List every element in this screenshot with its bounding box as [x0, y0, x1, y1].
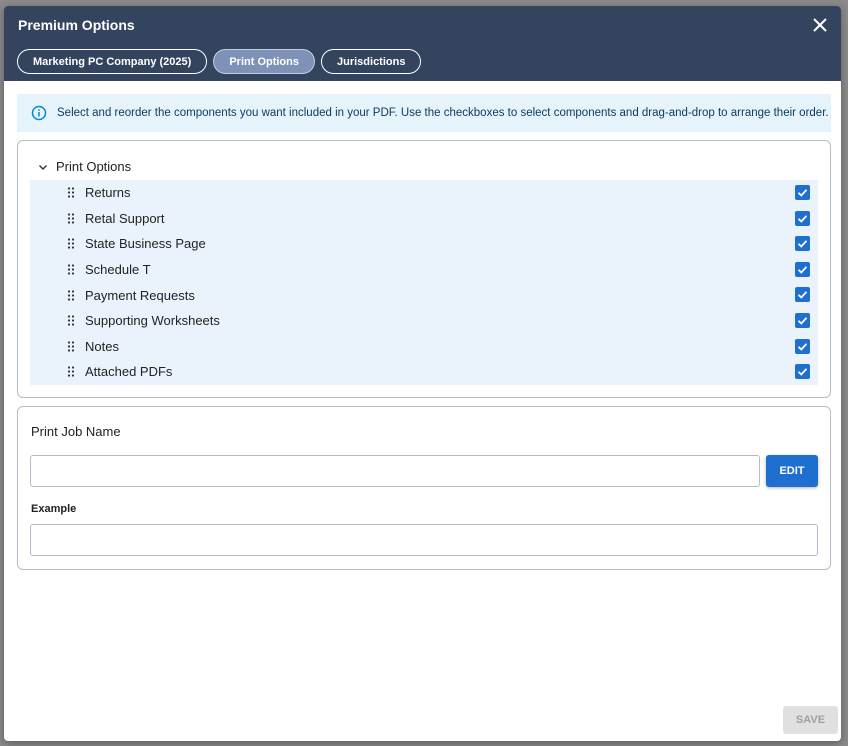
tab-jurisdictions[interactable]: Jurisdictions — [321, 49, 422, 74]
tab-company[interactable]: Marketing PC Company (2025) — [17, 49, 208, 74]
list-item-supporting-worksheets[interactable]: Supporting Worksheets — [30, 308, 818, 334]
premium-options-dialog: Premium Options Marketing PC Company (20… — [4, 6, 841, 741]
drag-handle-icon[interactable] — [67, 290, 75, 301]
checkmark-icon — [797, 240, 808, 248]
drag-handle-icon[interactable] — [67, 238, 75, 250]
chevron-down-icon — [39, 164, 47, 170]
tab-bar: Marketing PC Company (2025) Print Option… — [17, 49, 422, 74]
info-icon — [31, 105, 47, 121]
checkbox-supporting-worksheets[interactable] — [795, 312, 810, 328]
list-item-attached-pdfs[interactable]: Attached PDFs — [30, 359, 818, 385]
checkmark-icon — [797, 265, 808, 274]
checkmark-icon — [797, 214, 808, 223]
dialog-header: Premium Options Marketing PC Company (20… — [4, 6, 841, 81]
tab-print-options[interactable]: Print Options — [213, 49, 315, 74]
checkbox-retal-support[interactable] — [795, 210, 810, 226]
list-item-label: State Business Page — [85, 236, 206, 252]
drag-handle-icon[interactable] — [67, 315, 75, 326]
list-item-label: Supporting Worksheets — [85, 313, 220, 329]
checkmark-icon — [797, 189, 808, 197]
print-options-group-toggle[interactable]: Print Options — [38, 159, 131, 174]
checkbox-schedule-t[interactable] — [795, 261, 810, 277]
checkbox-notes[interactable] — [795, 338, 810, 354]
list-item-payment-requests[interactable]: Payment Requests — [30, 282, 818, 308]
checkbox-payment-requests[interactable] — [795, 287, 810, 303]
list-item-state-business-page[interactable]: State Business Page — [30, 231, 818, 257]
drag-handle-icon[interactable] — [67, 366, 75, 378]
example-label: Example — [31, 503, 77, 515]
checkmark-icon — [797, 291, 808, 300]
checkbox-returns[interactable] — [795, 185, 810, 200]
drag-handle-icon[interactable] — [67, 341, 75, 352]
print-job-name-label: Print Job Name — [31, 424, 121, 439]
list-item-label: Payment Requests — [85, 287, 195, 303]
list-item-notes[interactable]: Notes — [30, 334, 818, 360]
checkmark-icon — [797, 317, 808, 325]
info-banner: Select and reorder the components you wa… — [17, 94, 831, 132]
checkmark-icon — [797, 368, 808, 376]
checkbox-state-business-page[interactable] — [795, 236, 810, 252]
info-text: Select and reorder the components you wa… — [57, 107, 829, 119]
example-input[interactable] — [30, 524, 818, 556]
checkmark-icon — [797, 342, 808, 351]
print-options-panel: Print Options Returns Retal Support Stat… — [17, 140, 831, 398]
group-label: Print Options — [56, 159, 132, 174]
checkbox-attached-pdfs[interactable] — [795, 364, 810, 380]
list-item-schedule-t[interactable]: Schedule T — [30, 257, 818, 283]
print-options-list: Returns Retal Support State Business Pag… — [30, 180, 818, 385]
close-button[interactable] — [809, 14, 831, 36]
list-item-label: Schedule T — [85, 262, 151, 278]
print-job-panel: Print Job Name EDIT Example — [17, 406, 831, 570]
drag-handle-icon[interactable] — [67, 187, 75, 198]
list-item-returns[interactable]: Returns — [30, 180, 818, 206]
list-item-label: Returns — [85, 185, 131, 201]
print-job-name-input[interactable] — [30, 455, 760, 487]
list-item-label: Notes — [85, 338, 119, 354]
dialog-title: Premium Options — [18, 17, 135, 33]
save-button[interactable]: SAVE — [783, 706, 838, 734]
edit-button[interactable]: EDIT — [766, 455, 818, 487]
drag-handle-icon[interactable] — [67, 213, 75, 224]
drag-handle-icon[interactable] — [67, 264, 75, 275]
list-item-label: Attached PDFs — [85, 364, 173, 380]
list-item-label: Retal Support — [85, 210, 165, 226]
close-icon — [813, 18, 827, 32]
list-item-retal-support[interactable]: Retal Support — [30, 206, 818, 232]
